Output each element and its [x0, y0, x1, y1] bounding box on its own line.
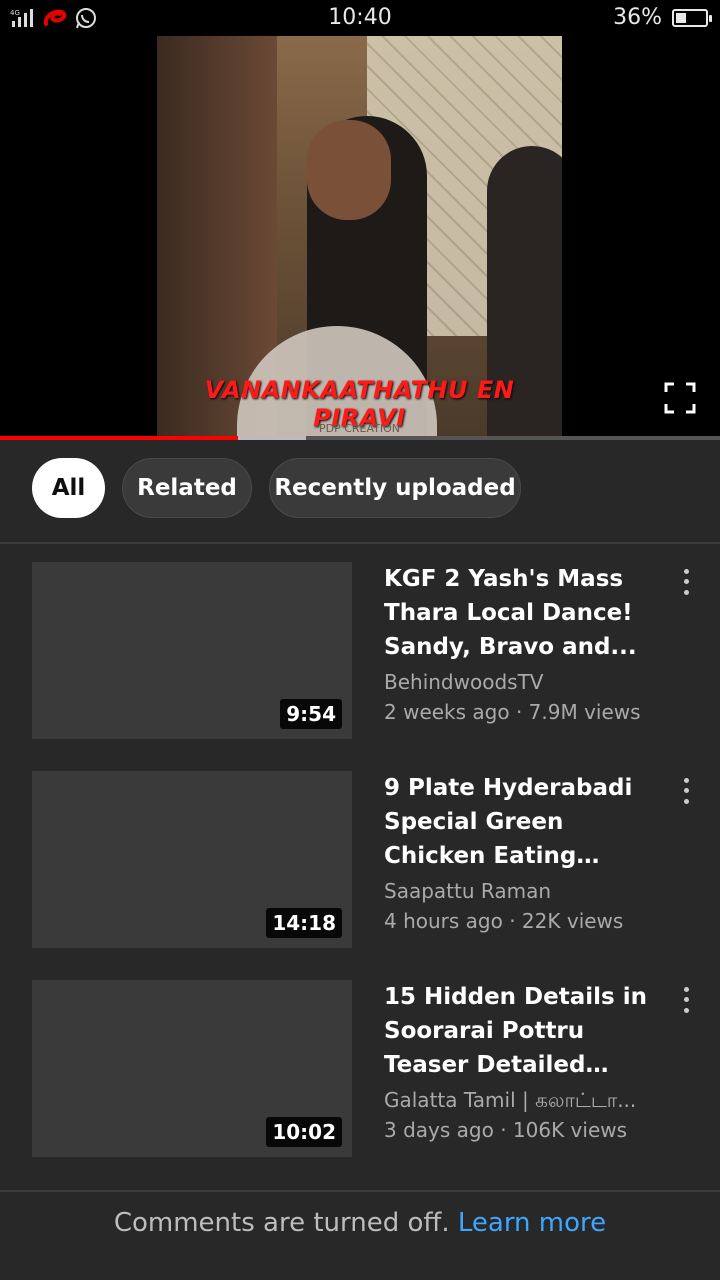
list-item[interactable]: 10:02 15 Hidden Details in Soorarai Pott… [0, 980, 720, 1157]
status-bar: 4G 10:40 36% [0, 0, 720, 36]
duration-badge: 10:02 [266, 1117, 342, 1147]
list-item[interactable]: 9:54 KGF 2 Yash's Mass Thara Local Dance… [0, 562, 720, 739]
channel-name: BehindwoodsTV [384, 670, 544, 694]
channel-name: Saapattu Raman [384, 879, 552, 903]
video-thumbnail[interactable]: 9:54 [32, 562, 352, 739]
learn-more-link[interactable]: Learn more [458, 1208, 606, 1238]
more-options-icon[interactable] [674, 775, 698, 807]
divider [0, 1190, 720, 1192]
video-meta: 2 weeks ago · 7.9M views [384, 700, 641, 724]
video-meta: 4 hours ago · 22K views [384, 909, 624, 933]
video-title[interactable]: KGF 2 Yash's Mass Thara Local Dance! San… [384, 562, 664, 664]
chip-recently-uploaded[interactable]: Recently uploaded [269, 458, 521, 518]
battery-percent: 36% [613, 5, 662, 30]
video-credit: PDP CREATION [318, 422, 401, 435]
comments-disabled-notice: Comments are turned off. Learn more [0, 1208, 720, 1238]
video-title[interactable]: 15 Hidden Details in Soorarai Pottru Tea… [384, 980, 664, 1082]
battery-level [676, 12, 687, 23]
more-options-icon[interactable] [674, 566, 698, 598]
video-player[interactable]: VANANKAATHATHU EN PIRAVI PDP CREATION [0, 36, 720, 440]
battery-icon [672, 8, 712, 27]
channel-name: Galatta Tamil | கலாட்டா... [384, 1088, 637, 1112]
video-thumbnail[interactable]: 14:18 [32, 771, 352, 948]
video-scene-head [307, 120, 391, 220]
duration-badge: 14:18 [266, 908, 342, 938]
fullscreen-icon[interactable] [664, 382, 696, 414]
status-time: 10:40 [328, 5, 392, 30]
chip-related[interactable]: Related [122, 458, 252, 518]
video-title[interactable]: 9 Plate Hyderabadi Special Green Chicken… [384, 771, 664, 873]
video-thumbnail[interactable]: 10:02 [32, 980, 352, 1157]
more-options-icon[interactable] [674, 984, 698, 1016]
comments-off-text: Comments are turned off. [113, 1208, 450, 1238]
filter-chips: All Related Recently uploaded [0, 440, 720, 544]
video-frame[interactable]: VANANKAATHATHU EN PIRAVI PDP CREATION [157, 36, 562, 440]
video-meta: 3 days ago · 106K views [384, 1118, 628, 1142]
chip-all[interactable]: All [32, 458, 105, 518]
list-item[interactable]: 14:18 9 Plate Hyderabadi Special Green C… [0, 771, 720, 948]
duration-badge: 9:54 [280, 699, 342, 729]
